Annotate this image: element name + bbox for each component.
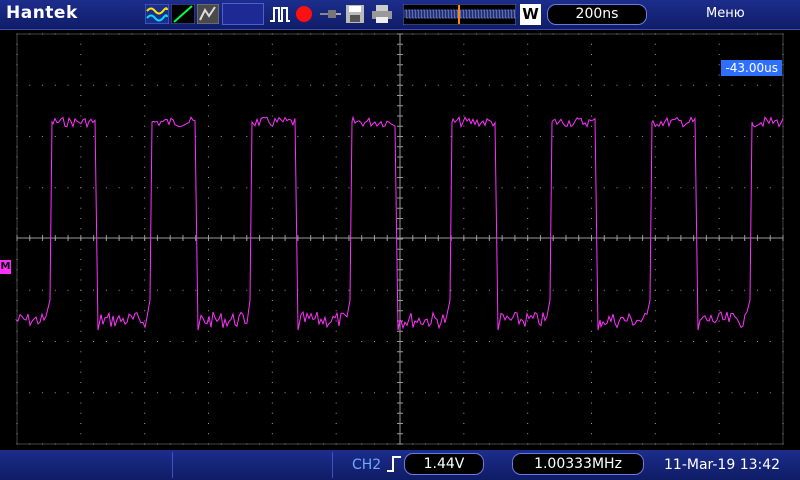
trace-marker[interactable]: M [0,260,11,274]
rising-edge-icon[interactable] [386,455,402,473]
pulse-icon[interactable] [269,4,291,24]
trigger-offset-badge: -43.00us [721,60,782,76]
brand-logo: Hantek [6,3,78,23]
persist-icon[interactable] [197,4,219,24]
record-icon[interactable] [294,4,314,24]
mode-indicator: W [520,4,541,25]
divider [332,452,333,478]
menu-button[interactable]: Меню [706,6,745,21]
top-toolbar: Hantek W 200ns Меню [0,0,800,30]
waveform-overview-bar[interactable] [403,4,516,25]
print-icon[interactable] [371,4,393,24]
trigger-level[interactable]: 1.44V [404,453,484,475]
frequency-readout: 1.00333MHz [512,453,644,475]
waveform-display [15,33,784,445]
date-time: 11-Mar-19 13:42 [664,457,781,473]
channel-label[interactable]: CH2 [352,457,381,473]
status-box [222,3,264,25]
math-wave-icon[interactable] [145,4,169,24]
save-icon[interactable] [345,4,365,24]
divider [172,452,173,478]
ramp-icon[interactable] [171,4,195,24]
timebase-display[interactable]: 200ns [547,4,647,25]
probe-icon[interactable] [318,4,342,24]
scope-screen: -43.00us M [0,29,800,450]
